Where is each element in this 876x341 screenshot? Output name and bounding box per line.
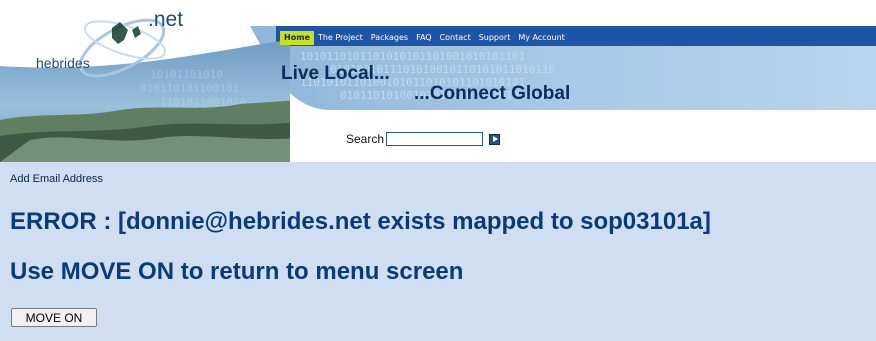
site-header: 1010110101101010101101001010101101 01010… bbox=[0, 0, 876, 162]
nav-home[interactable]: Home bbox=[280, 31, 314, 45]
search-label: Search bbox=[346, 132, 385, 146]
tagline-live-local: Live Local... bbox=[281, 63, 390, 84]
nav-the-project[interactable]: The Project bbox=[314, 31, 367, 45]
breadcrumb: Add Email Address bbox=[10, 173, 103, 185]
search-input[interactable] bbox=[386, 132, 484, 146]
error-message: ERROR : [donnie@hebrides.net exists mapp… bbox=[10, 208, 711, 235]
nav-faq[interactable]: FAQ bbox=[412, 31, 436, 45]
tagline-connect-global: ...Connect Global bbox=[414, 83, 571, 104]
logo-suffix: .net bbox=[148, 8, 184, 31]
nav-packages[interactable]: Packages bbox=[367, 31, 412, 45]
svg-text:101011010110101010110100101010: 1010110101101010101101001010101101 bbox=[300, 50, 525, 63]
instruction-message: Use MOVE ON to return to menu screen bbox=[10, 258, 464, 285]
move-on-button[interactable]: MOVE ON bbox=[11, 308, 97, 327]
nav-contact[interactable]: Contact bbox=[436, 31, 475, 45]
top-navigation: Home The Project Packages FAQ Contact Su… bbox=[280, 30, 569, 46]
svg-text:10101101010: 10101101010 bbox=[150, 68, 223, 81]
search-bar: Search bbox=[346, 132, 501, 146]
svg-text:010110101100101: 010110101100101 bbox=[140, 82, 239, 95]
nav-support[interactable]: Support bbox=[475, 31, 515, 45]
search-go-arrow-icon[interactable] bbox=[489, 133, 501, 145]
logo-brand: hebrides bbox=[36, 55, 90, 71]
nav-my-account[interactable]: My Account bbox=[514, 31, 568, 45]
